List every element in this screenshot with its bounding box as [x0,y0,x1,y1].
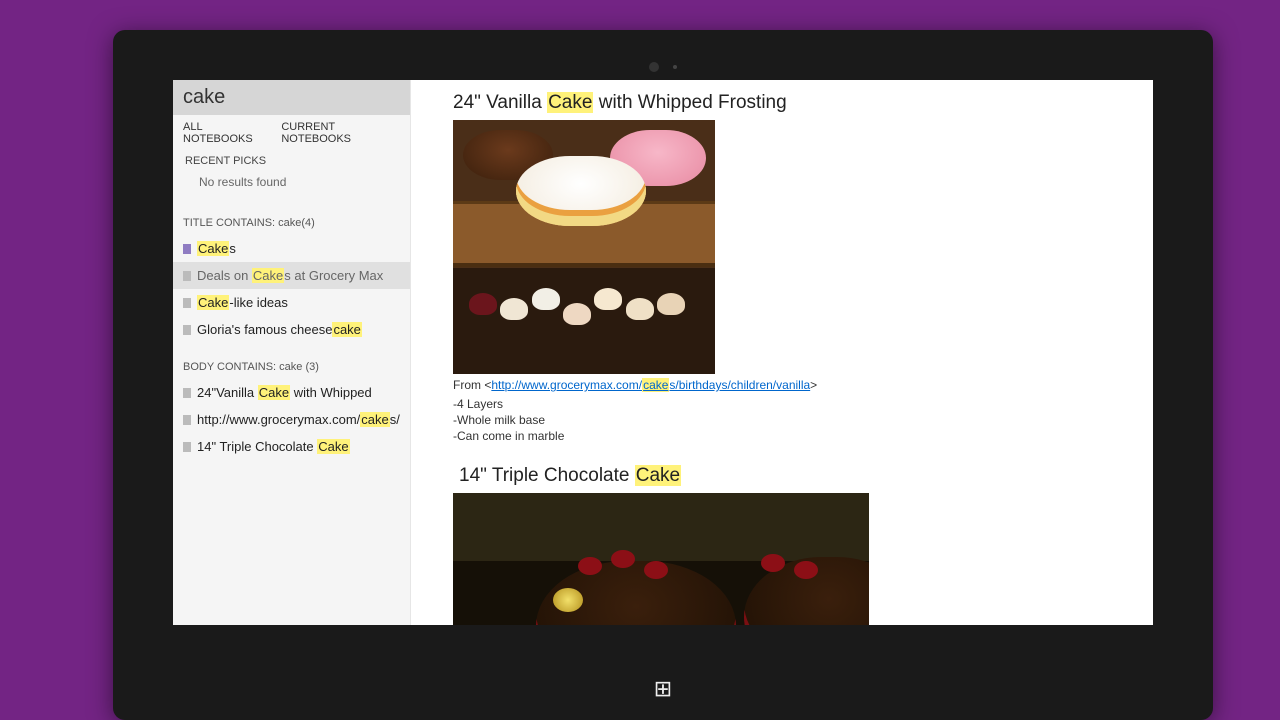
result-title-3[interactable]: Gloria's famous cheesecake [173,316,410,343]
result-text: 14" Triple Chocolate Cake [197,439,350,454]
result-body-1[interactable]: http://www.grocerymax.com/cakes/ [173,406,410,433]
note-heading-1: 24" Vanilla Cake with Whipped Frosting [453,92,1133,114]
bakery-photo-1 [453,120,715,374]
result-text: Cake-like ideas [197,295,288,310]
tablet-frame: cake ALL NOTEBOOKS CURRENT NOTEBOOKS REC… [113,30,1213,720]
recent-picks-empty: No results found [173,171,410,199]
note-heading-2: 14" Triple Chocolate Cake [459,465,1133,487]
sensor-dot-icon [673,65,677,69]
note-content: 24" Vanilla Cake with Whipped Frosting F… [411,80,1153,625]
page-icon [183,388,191,398]
result-text: http://www.grocerymax.com/cakes/ [197,412,400,427]
result-text: Gloria's famous cheesecake [197,322,362,337]
camera-assembly [649,62,677,72]
recent-picks-label: RECENT PICKS [173,147,410,171]
camera-lens-icon [649,62,659,72]
scope-current-notebooks[interactable]: CURRENT NOTEBOOKS [281,121,400,145]
bullet-line: -Can come in marble [453,428,1133,444]
page-icon [183,442,191,452]
result-title-2[interactable]: Cake-like ideas [173,289,410,316]
page-icon [183,244,191,254]
windows-home-icon[interactable]: ⊞ [654,676,672,702]
scope-tabs: ALL NOTEBOOKS CURRENT NOTEBOOKS [173,115,410,147]
bullet-line: -Whole milk base [453,412,1133,428]
result-title-1[interactable]: Deals on Cakes at Grocery Max [173,262,410,289]
bullet-line: -4 Layers [453,396,1133,412]
result-text: Deals on Cakes at Grocery Max [197,268,383,283]
title-contains-header: TITLE CONTAINS: cake(4) [173,199,410,235]
result-body-2[interactable]: 14" Triple Chocolate Cake [173,433,410,460]
result-text: Cakes [197,241,236,256]
app-screen: cake ALL NOTEBOOKS CURRENT NOTEBOOKS REC… [173,80,1153,625]
source-link[interactable]: http://www.grocerymax.com/cakes/birthday… [491,378,810,392]
page-icon [183,415,191,425]
result-body-0[interactable]: 24"Vanilla Cake with Whipped [173,379,410,406]
search-panel: cake ALL NOTEBOOKS CURRENT NOTEBOOKS REC… [173,80,411,625]
search-input[interactable]: cake [173,80,410,115]
result-title-0[interactable]: Cakes [173,235,410,262]
page-icon [183,325,191,335]
body-contains-header: BODY CONTAINS: cake (3) [173,343,410,379]
page-icon [183,271,191,281]
scope-all-notebooks[interactable]: ALL NOTEBOOKS [183,121,269,145]
detail-bullets: -4 Layers -Whole milk base -Can come in … [453,396,1133,445]
page-icon [183,298,191,308]
source-line: From <http://www.grocerymax.com/cakes/bi… [453,378,1133,392]
result-text: 24"Vanilla Cake with Whipped [197,385,372,400]
bakery-photo-2 [453,493,869,625]
